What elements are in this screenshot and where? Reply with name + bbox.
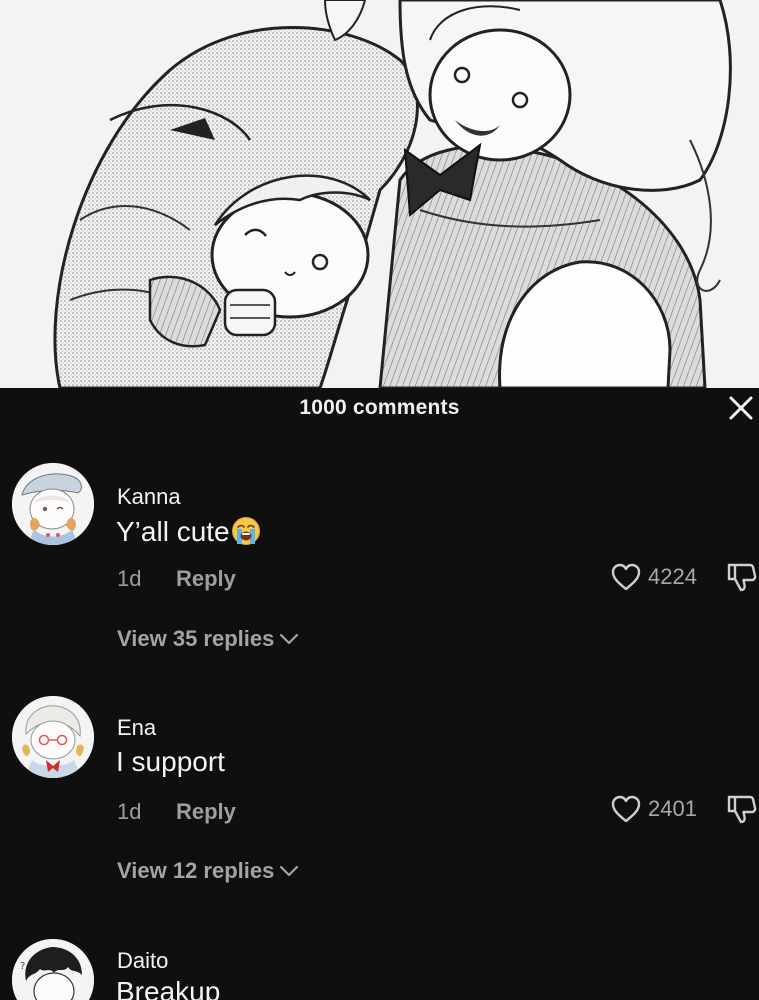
reply-button[interactable]: Reply xyxy=(176,566,236,592)
svg-text:?: ? xyxy=(20,961,25,972)
chevron-down-icon xyxy=(280,633,299,645)
comment-count-title: 1000 comments xyxy=(299,396,460,419)
comment-username[interactable]: Daito xyxy=(117,948,168,974)
close-button[interactable] xyxy=(725,392,757,424)
heart-icon xyxy=(611,795,641,823)
dislike-button[interactable] xyxy=(725,561,759,593)
comment-username[interactable]: Ena xyxy=(117,715,156,741)
dislike-icon xyxy=(727,563,757,592)
like-count: 2401 xyxy=(648,796,697,821)
comment-text: Breakup xyxy=(116,976,220,1000)
avatar[interactable] xyxy=(12,463,94,545)
comment-username[interactable]: Kanna xyxy=(117,484,181,510)
app-screen: 1000 comments Kanna Y’all cute 1d Reply … xyxy=(0,0,759,1000)
comments-header: 1000 comments xyxy=(0,388,759,428)
chevron-down-icon xyxy=(280,865,299,877)
manga-panel-image xyxy=(0,0,759,388)
view-replies-button[interactable]: View 35 replies xyxy=(117,626,300,652)
comment-text: Y’all cute xyxy=(116,516,261,548)
loudly-crying-face-emoji xyxy=(231,517,260,545)
dislike-button[interactable] xyxy=(725,793,759,825)
like-button[interactable]: 4224 xyxy=(610,562,697,592)
comment-timestamp: 1d xyxy=(117,566,142,591)
avatar[interactable]: ? xyxy=(12,939,94,1000)
view-replies-label: View 12 replies xyxy=(117,858,275,883)
comment-text-content: Breakup xyxy=(116,976,221,1000)
close-icon xyxy=(729,396,753,420)
view-replies-button[interactable]: View 12 replies xyxy=(117,858,300,884)
comment-text: I support xyxy=(116,746,225,778)
heart-icon xyxy=(611,563,641,591)
comments-sheet: 1000 comments Kanna Y’all cute 1d Reply … xyxy=(0,388,759,1000)
reply-button[interactable]: Reply xyxy=(176,799,236,825)
comment-text-content: I support xyxy=(116,746,225,777)
comment-timestamp: 1d xyxy=(117,799,142,824)
like-button[interactable]: 2401 xyxy=(610,794,697,824)
comment-text-content: Y’all cute xyxy=(116,516,230,547)
dislike-icon xyxy=(727,795,757,824)
view-replies-label: View 35 replies xyxy=(117,626,275,651)
avatar[interactable] xyxy=(12,696,94,778)
like-count: 4224 xyxy=(648,564,697,589)
